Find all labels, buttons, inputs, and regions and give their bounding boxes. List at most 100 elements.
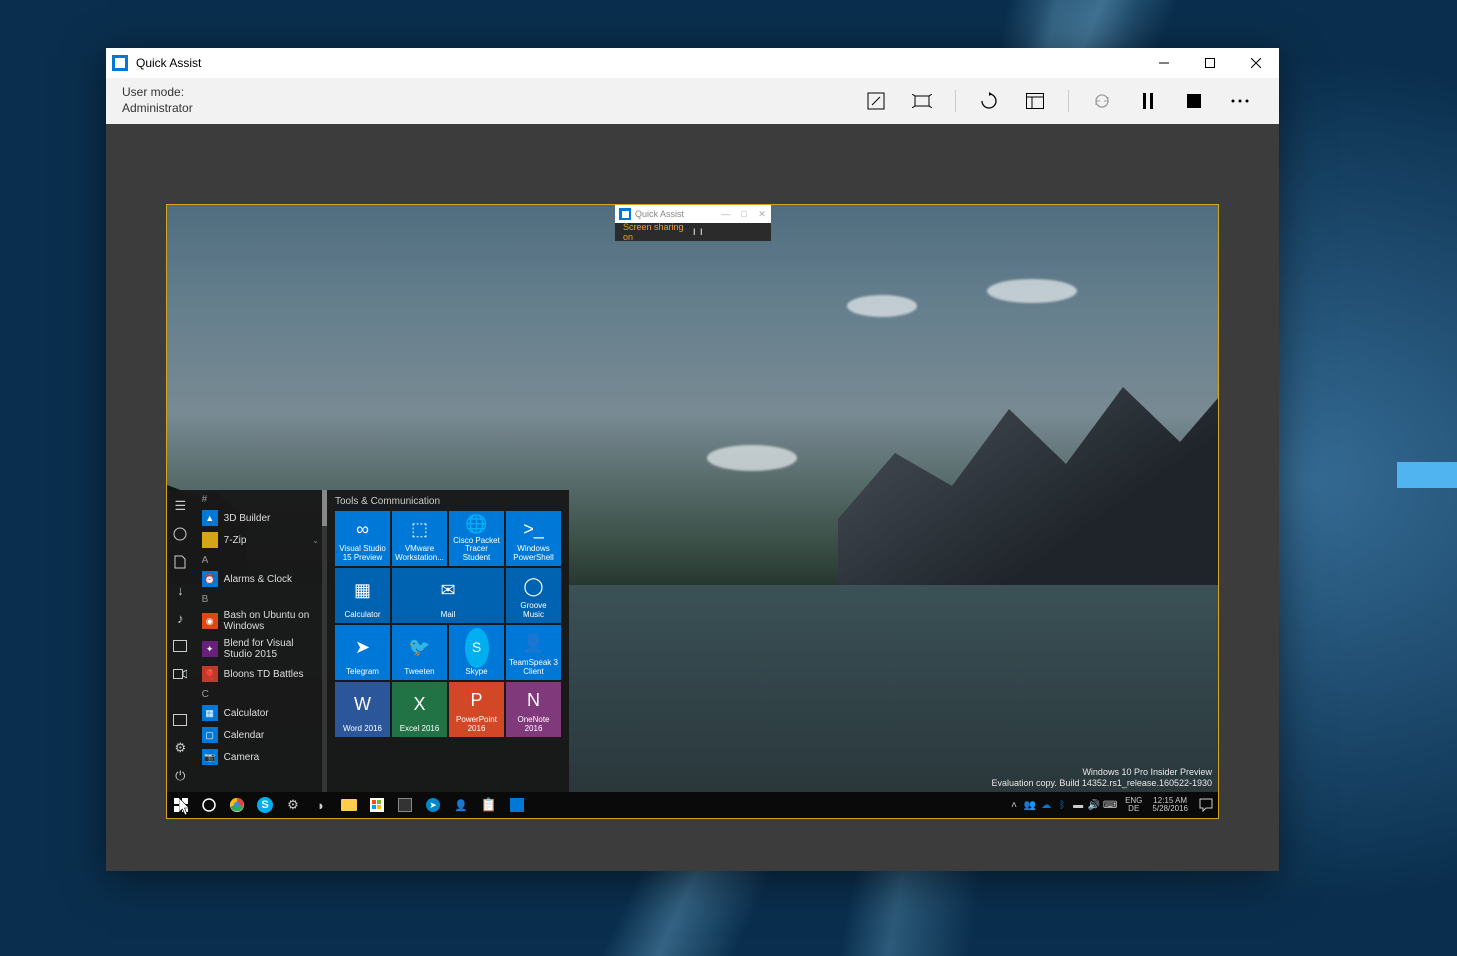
taskbar-calc[interactable] (391, 792, 419, 818)
music-icon[interactable]: ♪ (172, 610, 188, 626)
tile-mail[interactable]: ✉Mail (392, 568, 504, 623)
tray-up-icon[interactable]: ˄ (1007, 798, 1021, 812)
fit-screen-button[interactable] (899, 81, 945, 121)
taskbar-file-explorer[interactable] (335, 792, 363, 818)
tile-calculator[interactable]: ▦Calculator (335, 568, 390, 623)
more-button[interactable] (1217, 81, 1263, 121)
remote-screen[interactable]: Quick Assist — □ ✕ Screen sharing on I I… (166, 204, 1219, 819)
telegram-icon: ➤ (355, 628, 370, 668)
tile-label: Mail (441, 611, 456, 620)
tile-telegram[interactable]: ➤Telegram (335, 625, 390, 680)
inner-minimize-button[interactable]: — (717, 209, 735, 219)
power-icon[interactable]: ⏻ (172, 768, 188, 784)
tile-onenote[interactable]: NOneNote 2016 (506, 682, 561, 737)
tweeten-icon: 🐦 (408, 628, 430, 668)
app-calendar[interactable]: ▢Calendar (194, 724, 327, 746)
maximize-button[interactable] (1187, 48, 1233, 78)
action-center-button[interactable] (1194, 792, 1218, 818)
tray-onedrive-icon[interactable]: ☁ (1039, 798, 1053, 812)
list-header-hash[interactable]: # (194, 490, 327, 507)
taskbar-store[interactable] (363, 792, 391, 818)
app-label: 7-Zip (224, 535, 247, 546)
file-explorer-rail-icon[interactable] (172, 712, 188, 728)
app-camera[interactable]: 📷Camera (194, 746, 327, 768)
list-header-c[interactable]: C (194, 685, 327, 702)
taskbar-quick-assist[interactable] (503, 792, 531, 818)
tray-people-icon[interactable]: 👥 (1023, 798, 1037, 812)
settings-icon[interactable]: ⚙ (172, 740, 188, 756)
tile-group-title[interactable]: Tools & Communication (335, 496, 561, 507)
app-3d-builder[interactable]: ▲3D Builder (194, 507, 327, 529)
app-list-scrollbar[interactable] (322, 490, 327, 792)
pictures-icon[interactable] (172, 638, 188, 654)
stop-button[interactable] (1171, 81, 1217, 121)
inner-maximize-button[interactable]: □ (735, 209, 753, 219)
list-header-a[interactable]: A (194, 551, 327, 568)
taskbar-app2[interactable]: 📋 (475, 792, 503, 818)
app-label: Bloons TD Battles (224, 669, 304, 680)
powerpoint-icon: P (470, 685, 482, 716)
titlebar[interactable]: Quick Assist (106, 48, 1279, 78)
cortana-button[interactable] (195, 792, 223, 818)
tile-powershell[interactable]: >_Windows PowerShell (506, 511, 561, 566)
task-manager-button[interactable] (1012, 81, 1058, 121)
language-indicator[interactable]: ENG DE (1121, 797, 1146, 813)
tile-powerpoint[interactable]: PPowerPoint 2016 (449, 682, 504, 737)
start-button[interactable] (167, 792, 195, 818)
list-header-b[interactable]: B (194, 590, 327, 607)
taskbar-steam[interactable]: ◗ (307, 792, 335, 818)
quick-assist-icon (619, 208, 631, 220)
remote-quick-assist-toolbar[interactable]: Quick Assist — □ ✕ Screen sharing on I I (615, 205, 771, 241)
pause-button[interactable] (1125, 81, 1171, 121)
app-calculator[interactable]: ▦Calculator (194, 702, 327, 724)
app-label: Alarms & Clock (224, 574, 292, 585)
tile-word[interactable]: WWord 2016 (335, 682, 390, 737)
app-bash[interactable]: ◉Bash on Ubuntu on Windows (194, 607, 327, 635)
tray-ime-icon[interactable]: ⌨ (1103, 798, 1117, 812)
reconnect-button[interactable] (1079, 81, 1125, 121)
tray-volume-icon[interactable]: 🔊 (1087, 798, 1101, 812)
watermark-line1: Windows 10 Pro Insider Preview (992, 767, 1213, 779)
app-alarms[interactable]: ⏰Alarms & Clock (194, 568, 327, 590)
app-7zip[interactable]: 7-Zip⌄ (194, 529, 327, 551)
system-tray[interactable]: ˄ 👥 ☁ ᛒ ▬ 🔊 ⌨ (1003, 798, 1121, 812)
annotate-button[interactable] (853, 81, 899, 121)
tray-network-icon[interactable]: ▬ (1071, 798, 1085, 812)
tile-excel[interactable]: XExcel 2016 (392, 682, 447, 737)
tile-cisco[interactable]: 🌐Cisco Packet Tracer Student (449, 511, 504, 566)
taskbar-settings[interactable]: ⚙ (279, 792, 307, 818)
tile-skype[interactable]: SSkype (449, 625, 504, 680)
start-menu: ☰ ↓ ♪ ⚙ ⏻ # ▲3D Builder 7-Zip⌄ (167, 490, 569, 792)
taskbar-chrome[interactable] (223, 792, 251, 818)
tray-bluetooth-icon[interactable]: ᛒ (1055, 798, 1069, 812)
tile-tweeten[interactable]: 🐦Tweeten (392, 625, 447, 680)
videos-icon[interactable] (172, 666, 188, 682)
tile-label: VMware Workstation... (395, 545, 444, 563)
app-blend[interactable]: ✦Blend for Visual Studio 2015 (194, 635, 327, 663)
tile-label: PowerPoint 2016 (452, 716, 501, 734)
minimize-button[interactable] (1141, 48, 1187, 78)
groove-icon: ◯ (523, 571, 543, 602)
tile-vmware[interactable]: ⬚VMware Workstation... (392, 511, 447, 566)
taskbar-app1[interactable]: 👤 (447, 792, 475, 818)
tile-label: Word 2016 (343, 725, 382, 734)
app-bloons[interactable]: 🎈Bloons TD Battles (194, 663, 327, 685)
hamburger-icon[interactable]: ☰ (172, 498, 188, 514)
documents-icon[interactable] (172, 554, 188, 570)
inner-close-button[interactable]: ✕ (753, 209, 771, 220)
restart-button[interactable] (966, 81, 1012, 121)
remote-viewport: Quick Assist — □ ✕ Screen sharing on I I… (106, 124, 1279, 871)
tile-teamspeak[interactable]: 👤TeamSpeak 3 Client (506, 625, 561, 680)
inner-pause-button[interactable]: I I (693, 227, 763, 237)
downloads-icon[interactable]: ↓ (172, 582, 188, 598)
close-button[interactable] (1233, 48, 1279, 78)
calculator-icon: ▦ (354, 571, 371, 611)
vmware-icon: ⬚ (411, 514, 428, 545)
taskbar-skype[interactable]: S (251, 792, 279, 818)
tile-groove[interactable]: ◯Groove Music (506, 568, 561, 623)
taskbar-clock[interactable]: 12:15 AM 5/28/2016 (1146, 797, 1194, 813)
taskbar-telegram[interactable]: ➤ (419, 792, 447, 818)
tile-visual-studio[interactable]: ∞Visual Studio 15 Preview (335, 511, 390, 566)
start-all-apps-list[interactable]: # ▲3D Builder 7-Zip⌄ A ⏰Alarms & Clock B… (194, 490, 327, 792)
user-icon[interactable] (172, 526, 188, 542)
